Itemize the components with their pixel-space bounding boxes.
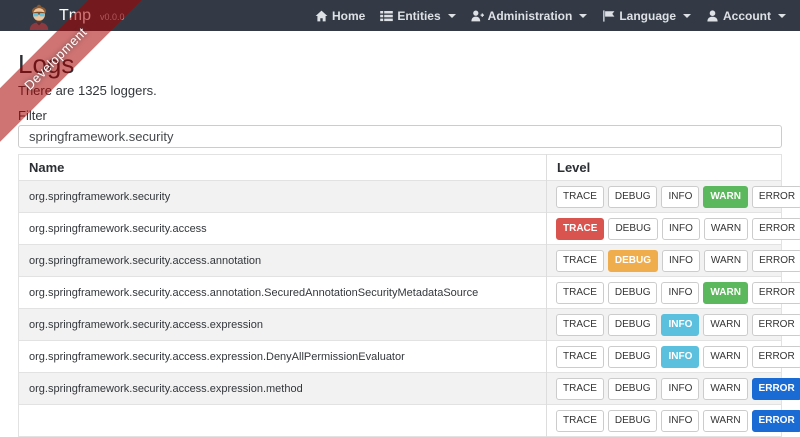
level-button-error[interactable]: ERROR — [752, 346, 800, 368]
level-button-trace[interactable]: TRACE — [556, 186, 604, 208]
level-button-info[interactable]: INFO — [661, 186, 699, 208]
list-icon — [380, 10, 393, 22]
level-button-warn[interactable]: WARN — [703, 314, 747, 336]
level-button-trace[interactable]: TRACE — [556, 314, 604, 336]
logger-name: org.springframework.security.access.expr… — [19, 373, 547, 405]
column-header-name: Name — [19, 155, 547, 181]
caret-down-icon — [579, 14, 587, 18]
table-row: org.springframework.security.access.expr… — [19, 309, 782, 341]
table-row: org.springframework.security.access.expr… — [19, 373, 782, 405]
nav-item-label: Account — [723, 9, 771, 23]
nav-item-label: Language — [619, 9, 676, 23]
level-button-warn[interactable]: WARN — [703, 186, 748, 208]
table-row: TRACEDEBUGINFOWARNERROR — [19, 405, 782, 437]
nav-item-label: Home — [332, 9, 365, 23]
level-button-debug[interactable]: DEBUG — [608, 250, 658, 272]
level-button-trace[interactable]: TRACE — [556, 346, 604, 368]
brand-name: Tmp — [59, 8, 91, 24]
level-button-info[interactable]: INFO — [661, 410, 699, 432]
logger-level-cell: TRACEDEBUGINFOWARNERROR — [547, 405, 782, 437]
nav-item-label: Entities — [397, 9, 440, 23]
logger-name: org.springframework.security.access.expr… — [19, 309, 547, 341]
table-row: org.springframework.security.access.anno… — [19, 245, 782, 277]
nav-item-home[interactable]: Home — [315, 9, 365, 23]
logger-name: org.springframework.security.access.anno… — [19, 277, 547, 309]
logger-count: There are 1325 loggers. — [18, 83, 782, 99]
caret-down-icon — [778, 14, 786, 18]
level-button-warn[interactable]: WARN — [704, 250, 748, 272]
level-button-error[interactable]: ERROR — [752, 218, 800, 240]
nav-item-administration[interactable]: Administration — [471, 9, 588, 23]
caret-down-icon — [683, 14, 691, 18]
level-button-info[interactable]: INFO — [662, 250, 700, 272]
caret-down-icon — [448, 14, 456, 18]
logger-name: org.springframework.security.access — [19, 213, 547, 245]
logger-level-cell: TRACEDEBUGINFOWARNERROR — [547, 213, 782, 245]
page-title: Logs — [18, 49, 782, 79]
flag-icon — [602, 10, 615, 22]
level-button-debug[interactable]: DEBUG — [608, 186, 658, 208]
level-button-debug[interactable]: DEBUG — [608, 218, 658, 240]
level-button-trace[interactable]: TRACE — [556, 282, 604, 304]
level-button-error[interactable]: ERROR — [752, 250, 800, 272]
level-button-trace[interactable]: TRACE — [556, 378, 604, 400]
level-button-warn[interactable]: WARN — [703, 282, 748, 304]
brand-version: v0.0.0 — [100, 13, 125, 22]
level-button-info[interactable]: INFO — [661, 282, 699, 304]
loggers-table: Name Level org.springframework.securityT… — [18, 154, 782, 437]
level-button-warn[interactable]: WARN — [704, 218, 748, 240]
user-icon — [706, 10, 719, 22]
level-button-debug[interactable]: DEBUG — [608, 410, 658, 432]
logger-level-cell: TRACEDEBUGINFOWARNERROR — [547, 245, 782, 277]
logger-name: org.springframework.security — [19, 181, 547, 213]
table-header-row: Name Level — [19, 155, 782, 181]
logger-name: org.springframework.security.access.expr… — [19, 341, 547, 373]
logger-level-cell: TRACEDEBUGINFOWARNERROR — [547, 341, 782, 373]
level-button-info[interactable]: INFO — [661, 314, 699, 336]
level-button-error[interactable]: ERROR — [752, 378, 800, 400]
home-icon — [315, 10, 328, 22]
table-row: org.springframework.security.access.expr… — [19, 341, 782, 373]
level-button-info[interactable]: INFO — [662, 218, 700, 240]
filter-label: Filter — [18, 108, 782, 123]
filter-input[interactable] — [18, 125, 782, 148]
level-button-error[interactable]: ERROR — [752, 186, 800, 208]
level-button-trace[interactable]: TRACE — [556, 218, 604, 240]
table-row: org.springframework.securityTRACEDEBUGIN… — [19, 181, 782, 213]
nav-item-account[interactable]: Account — [706, 9, 786, 23]
logger-level-cell: TRACEDEBUGINFOWARNERROR — [547, 373, 782, 405]
nav-menu: Home Entities Administration Language Accoun… — [315, 9, 786, 23]
column-header-level: Level — [547, 155, 782, 181]
level-button-trace[interactable]: TRACE — [556, 410, 604, 432]
level-button-trace[interactable]: TRACE — [556, 250, 604, 272]
hipster-logo-icon — [27, 4, 51, 30]
logger-level-cell: TRACEDEBUGINFOWARNERROR — [547, 181, 782, 213]
logger-level-cell: TRACEDEBUGINFOWARNERROR — [547, 277, 782, 309]
level-button-info[interactable]: INFO — [661, 346, 699, 368]
nav-item-language[interactable]: Language — [602, 9, 691, 23]
level-button-debug[interactable]: DEBUG — [608, 346, 658, 368]
brand-home-link[interactable]: Tmp v0.0.0 — [27, 2, 125, 30]
logs-page: Logs There are 1325 loggers. Filter Name… — [0, 49, 800, 437]
nav-item-entities[interactable]: Entities — [380, 9, 455, 23]
level-button-error[interactable]: ERROR — [752, 410, 800, 432]
logger-name: org.springframework.security.access.anno… — [19, 245, 547, 277]
user-plus-icon — [471, 10, 484, 22]
level-button-debug[interactable]: DEBUG — [608, 314, 658, 336]
level-button-info[interactable]: INFO — [661, 378, 699, 400]
navbar: Tmp v0.0.0 Home Entities Administration Lan… — [0, 0, 800, 31]
table-row: org.springframework.security.access.anno… — [19, 277, 782, 309]
level-button-warn[interactable]: WARN — [703, 410, 747, 432]
level-button-debug[interactable]: DEBUG — [608, 378, 658, 400]
level-button-warn[interactable]: WARN — [703, 378, 747, 400]
logger-level-cell: TRACEDEBUGINFOWARNERROR — [547, 309, 782, 341]
level-button-error[interactable]: ERROR — [752, 314, 800, 336]
table-row: org.springframework.security.accessTRACE… — [19, 213, 782, 245]
level-button-error[interactable]: ERROR — [752, 282, 800, 304]
level-button-warn[interactable]: WARN — [703, 346, 747, 368]
nav-item-label: Administration — [488, 9, 573, 23]
logger-name — [19, 405, 547, 437]
level-button-debug[interactable]: DEBUG — [608, 282, 658, 304]
